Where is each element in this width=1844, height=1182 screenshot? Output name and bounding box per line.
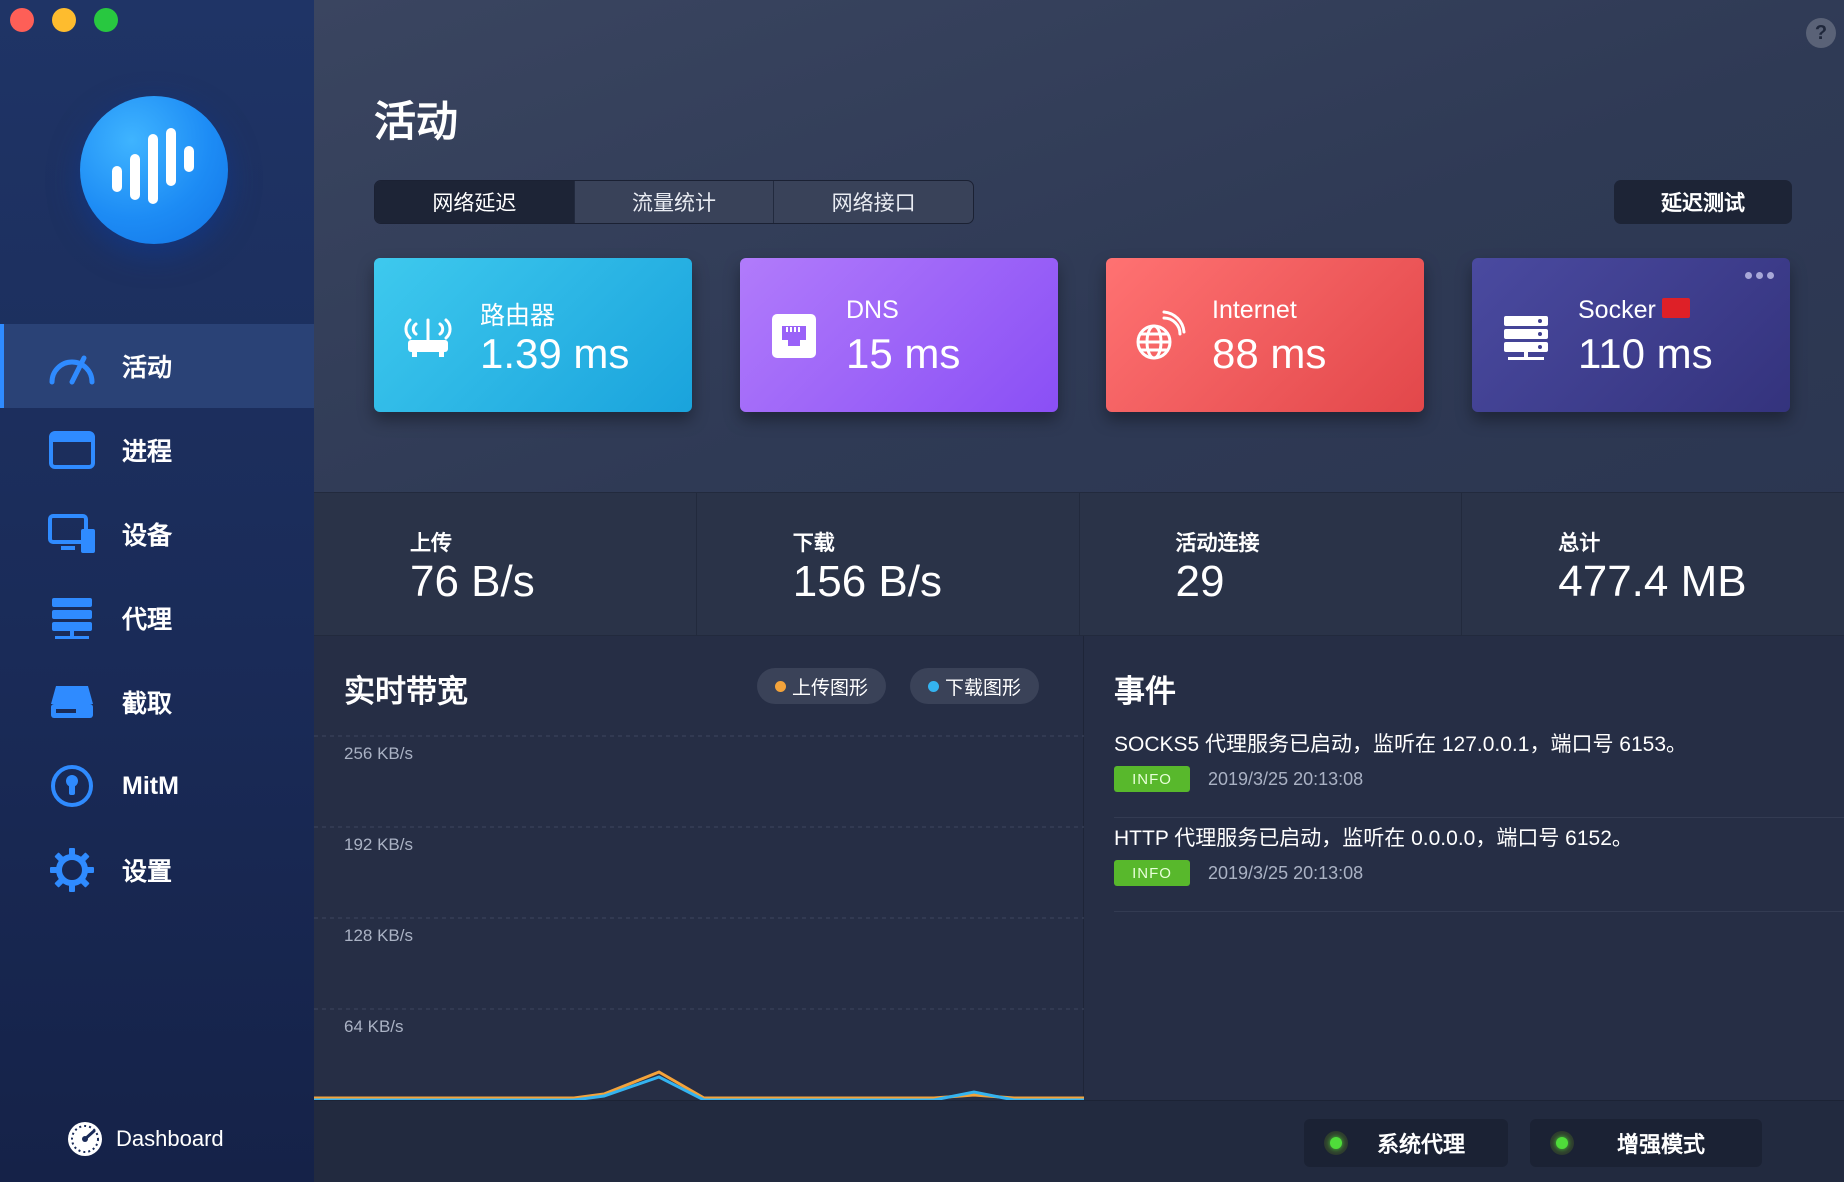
enhanced-mode-toggle[interactable]: 增强模式 [1530,1119,1762,1167]
legend-label: 下载图形 [945,677,1022,699]
sidebar-item-proxy[interactable]: 代理 [0,576,314,660]
minimize-window-button[interactable] [52,8,76,32]
card-title: DNS [846,296,899,324]
main-content: ? 活动 网络延迟 流量统计 网络接口 延迟测试 路由器 1.39 ms DNS… [314,0,1844,1182]
legend-download-toggle[interactable]: 下载图形 [910,668,1040,704]
card-value: 88 ms [1212,330,1327,377]
stat-label: 总计 [1558,532,1601,555]
y-tick-label: 256 KB/s [344,744,413,763]
gauge-icon [46,342,98,390]
sidebar-item-label: 设备 [122,522,173,550]
latency-card-dns[interactable]: DNS 15 ms [740,258,1058,412]
latency-card-proxy[interactable]: Socker 110 ms [1472,258,1790,412]
sidebar: 活动 进程 设备 代理 截取 MitM 设置 Dashboard [0,0,314,1182]
ethernet-icon [768,310,820,362]
stat-value: 477.4 MB [1558,557,1747,606]
stat-value: 76 B/s [410,557,535,606]
app-window: 活动 进程 设备 代理 截取 MitM 设置 Dashboard ? 活动 网络… [0,0,1844,1182]
y-tick-label: 64 KB/s [344,1017,404,1036]
app-logo [80,96,228,244]
stat-value: 156 B/s [792,557,942,606]
help-button[interactable]: ? [1806,18,1836,48]
stat-active-connections: 活动连接 29 [1080,493,1463,635]
stat-download: 下载 156 B/s [697,493,1080,635]
card-value: 1.39 ms [480,330,630,377]
dashboard-label: Dashboard [116,1126,224,1151]
hong-kong-flag-icon [1661,298,1690,319]
page-title: 活动 [374,98,459,145]
y-tick-label: 192 KB/s [344,835,413,854]
event-time: 2019/3/25 20:13:08 [1208,769,1364,789]
window-controls [10,8,118,32]
toggle-label: 系统代理 [1376,1132,1465,1157]
bandwidth-title: 实时带宽 [344,674,468,709]
stat-label: 下载 [792,532,835,555]
tab-bar: 网络延迟 流量统计 网络接口 [374,180,974,224]
upload-dot-icon [775,680,786,692]
card-title: 路由器 [480,302,556,330]
events-panel: 事件 SOCKS5 代理服务已启动，监听在 127.0.0.1，端口号 6153… [1084,636,1844,1100]
speedometer-icon [68,1122,102,1156]
card-title: Socker [1578,296,1690,325]
y-tick-label: 128 KB/s [344,926,413,945]
sidebar-item-settings[interactable]: 设置 [0,828,314,912]
sidebar-item-devices[interactable]: 设备 [0,492,314,576]
stat-label: 活动连接 [1175,532,1260,555]
stat-label: 上传 [410,532,452,555]
latency-test-button[interactable]: 延迟测试 [1614,180,1792,224]
tab-traffic-stats[interactable]: 流量统计 [575,181,775,223]
sidebar-item-label: 活动 [122,354,173,382]
bottom-bar: 系统代理 增强模式 [314,1100,1844,1182]
stat-upload: 上传 76 B/s [314,493,697,635]
dashboard-button[interactable]: Dashboard [66,1120,224,1158]
window-icon [46,426,98,474]
sidebar-item-label: 设置 [122,858,173,886]
event-level-badge: INFO [1114,860,1190,886]
maximize-window-button[interactable] [94,8,118,32]
card-value: 15 ms [846,330,961,377]
monitor-icon [46,510,98,558]
sidebar-item-label: 代理 [122,606,173,634]
lock-circle-icon [46,762,98,810]
card-title-text: Socker [1578,296,1656,324]
sidebar-item-label: MitM [122,771,179,800]
sidebar-item-process[interactable]: 进程 [0,408,314,492]
toggle-label: 增强模式 [1616,1132,1705,1157]
sidebar-item-activity[interactable]: 活动 [0,324,314,408]
legend-label: 上传图形 [792,677,869,699]
sidebar-item-label: 进程 [122,438,173,466]
stat-value: 29 [1175,557,1225,606]
close-window-button[interactable] [10,8,34,32]
gear-icon [46,846,98,894]
stats-row: 上传 76 B/s 下载 156 B/s 活动连接 29 总计 477.4 MB [314,492,1844,636]
sidebar-nav: 活动 进程 设备 代理 截取 MitM 设置 [0,324,314,912]
card-value: 110 ms [1578,330,1713,377]
more-icon[interactable] [1745,272,1774,279]
sidebar-item-capture[interactable]: 截取 [0,660,314,744]
server-icon [1500,310,1552,362]
download-dot-icon [928,680,939,692]
event-level-badge: INFO [1114,766,1190,792]
event-time: 2019/3/25 20:13:08 [1208,863,1364,883]
globe-wifi-icon [1134,310,1186,362]
tab-network-latency[interactable]: 网络延迟 [375,181,575,223]
stat-total: 总计 477.4 MB [1462,493,1844,635]
event-message: HTTP 代理服务已启动，监听在 0.0.0.0，端口号 6152。 [1114,827,1633,850]
sidebar-item-label: 截取 [122,690,173,718]
sidebar-item-mitm[interactable]: MitM [0,744,314,828]
latency-card-router[interactable]: 路由器 1.39 ms [374,258,692,412]
bandwidth-panel: 实时带宽 上传图形 下载图形 256 KB/s 192 KB/s 128 KB/… [314,636,1084,1100]
system-proxy-toggle[interactable]: 系统代理 [1304,1119,1508,1167]
event-message: SOCKS5 代理服务已启动，监听在 127.0.0.1，端口号 6153。 [1114,733,1687,756]
event-item: HTTP 代理服务已启动，监听在 0.0.0.0，端口号 6152。 INFO … [1114,818,1844,912]
event-item: SOCKS5 代理服务已启动，监听在 127.0.0.1，端口号 6153。 I… [1114,724,1844,818]
tab-network-interface[interactable]: 网络接口 [774,181,973,223]
legend-upload-toggle[interactable]: 上传图形 [757,668,887,704]
latency-card-internet[interactable]: Internet 88 ms [1106,258,1424,412]
events-title: 事件 [1114,674,1176,709]
router-icon [402,310,454,362]
card-title: Internet [1212,296,1297,324]
drive-icon [46,678,98,726]
server-icon [46,594,98,642]
